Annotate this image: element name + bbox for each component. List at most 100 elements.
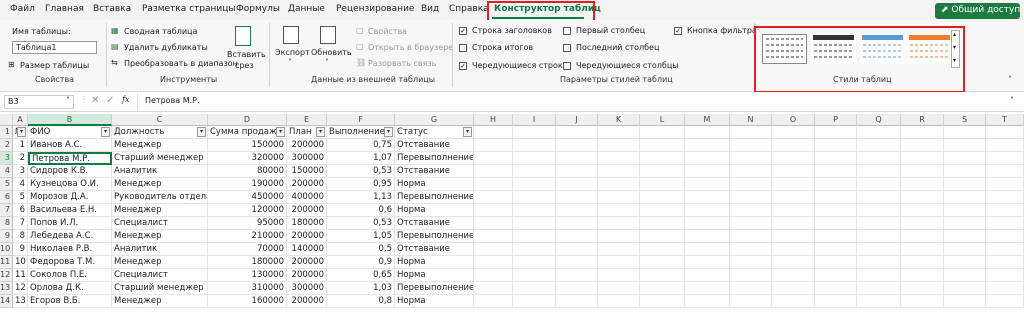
empty-cell[interactable]: [815, 152, 857, 165]
empty-cell[interactable]: [986, 217, 1024, 230]
empty-cell[interactable]: [685, 282, 730, 295]
column-header-H[interactable]: H: [474, 114, 513, 126]
empty-cell[interactable]: [556, 295, 598, 308]
empty-cell[interactable]: [598, 204, 640, 217]
empty-cell[interactable]: [513, 126, 556, 139]
empty-cell[interactable]: [640, 126, 685, 139]
table-cell[interactable]: 10: [13, 256, 28, 269]
empty-cell[interactable]: [901, 282, 944, 295]
table-cell[interactable]: Менеджер: [112, 230, 208, 243]
filter-dropdown-icon[interactable]: ▾: [197, 127, 206, 137]
refresh-button[interactable]: Обновить ˅: [310, 24, 352, 70]
empty-cell[interactable]: [640, 282, 685, 295]
table-cell[interactable]: Васильева Е.Н.: [28, 204, 112, 217]
table-cell[interactable]: Менеджер: [112, 204, 208, 217]
empty-cell[interactable]: [474, 152, 513, 165]
table-cell[interactable]: 400000: [287, 191, 327, 204]
row-header-13[interactable]: 13: [0, 282, 13, 295]
table-cell[interactable]: 210000: [208, 230, 287, 243]
table-header-cell[interactable]: Статус ▾: [395, 126, 474, 139]
table-cell[interactable]: 0,95: [327, 178, 395, 191]
table-cell[interactable]: 13: [13, 295, 28, 308]
table-cell[interactable]: 1,07: [327, 152, 395, 165]
row-header-12[interactable]: 12: [0, 269, 13, 282]
table-cell[interactable]: Менеджер: [112, 256, 208, 269]
column-header-D[interactable]: D: [208, 114, 287, 126]
header-row-checkbox[interactable]: ✓: [459, 27, 467, 35]
tab-view[interactable]: Вид: [421, 4, 439, 14]
column-header-J[interactable]: J: [556, 114, 598, 126]
empty-cell[interactable]: [474, 243, 513, 256]
empty-cell[interactable]: [901, 204, 944, 217]
empty-cell[interactable]: [474, 295, 513, 308]
chevron-down-icon[interactable]: ˅: [66, 96, 70, 105]
tab-home[interactable]: Главная: [45, 4, 84, 14]
table-cell[interactable]: 200000: [287, 178, 327, 191]
table-cell[interactable]: 0,6: [327, 204, 395, 217]
empty-cell[interactable]: [944, 217, 986, 230]
empty-cell[interactable]: [815, 204, 857, 217]
table-cell[interactable]: Отставание: [395, 139, 474, 152]
empty-cell[interactable]: [901, 217, 944, 230]
empty-cell[interactable]: [685, 165, 730, 178]
table-cell[interactable]: 180000: [208, 256, 287, 269]
table-cell[interactable]: Федорова Т.М.: [28, 256, 112, 269]
column-header-P[interactable]: P: [815, 114, 857, 126]
column-header-N[interactable]: N: [730, 114, 772, 126]
empty-cell[interactable]: [944, 152, 986, 165]
empty-cell[interactable]: [730, 152, 772, 165]
row-header-10[interactable]: 10: [0, 243, 13, 256]
table-cell[interactable]: Норма: [395, 295, 474, 308]
column-header-O[interactable]: O: [772, 114, 815, 126]
empty-cell[interactable]: [901, 256, 944, 269]
column-header-B[interactable]: B: [28, 114, 112, 126]
table-cell[interactable]: Норма: [395, 256, 474, 269]
tab-data[interactable]: Данные: [288, 4, 325, 14]
empty-cell[interactable]: [513, 256, 556, 269]
banded-columns-checkbox[interactable]: [563, 62, 571, 70]
table-cell[interactable]: 320000: [208, 152, 287, 165]
table-cell[interactable]: 200000: [287, 204, 327, 217]
empty-cell[interactable]: [598, 139, 640, 152]
empty-cell[interactable]: [901, 165, 944, 178]
empty-cell[interactable]: [598, 230, 640, 243]
empty-cell[interactable]: [640, 178, 685, 191]
empty-cell[interactable]: [730, 256, 772, 269]
tab-page-layout[interactable]: Разметка страницы: [142, 4, 236, 14]
empty-cell[interactable]: [474, 230, 513, 243]
empty-cell[interactable]: [474, 269, 513, 282]
empty-cell[interactable]: [857, 204, 901, 217]
empty-cell[interactable]: [986, 152, 1024, 165]
column-header-R[interactable]: R: [901, 114, 944, 126]
empty-cell[interactable]: [772, 217, 815, 230]
empty-cell[interactable]: [598, 243, 640, 256]
empty-cell[interactable]: [474, 204, 513, 217]
empty-cell[interactable]: [772, 282, 815, 295]
table-cell[interactable]: Сидоров К.В.: [28, 165, 112, 178]
row-header-11[interactable]: 11: [0, 256, 13, 269]
table-cell[interactable]: 300000: [287, 282, 327, 295]
empty-cell[interactable]: [857, 256, 901, 269]
empty-cell[interactable]: [474, 191, 513, 204]
table-cell[interactable]: 0,53: [327, 165, 395, 178]
table-cell[interactable]: 8: [13, 230, 28, 243]
empty-cell[interactable]: [857, 139, 901, 152]
empty-cell[interactable]: [986, 256, 1024, 269]
table-cell[interactable]: Морозов Д.А.: [28, 191, 112, 204]
total-row-checkbox[interactable]: [459, 44, 467, 52]
row-header-5[interactable]: 5: [0, 178, 13, 191]
table-cell[interactable]: 200000: [287, 256, 327, 269]
empty-cell[interactable]: [901, 269, 944, 282]
filter-dropdown-icon[interactable]: ▾: [463, 127, 472, 137]
empty-cell[interactable]: [944, 230, 986, 243]
filter-dropdown-icon[interactable]: ▾: [17, 127, 26, 137]
table-cell[interactable]: Отставание: [395, 243, 474, 256]
empty-cell[interactable]: [513, 243, 556, 256]
empty-cell[interactable]: [772, 178, 815, 191]
empty-cell[interactable]: [986, 282, 1024, 295]
empty-cell[interactable]: [815, 191, 857, 204]
filter-dropdown-icon[interactable]: ▾: [276, 127, 285, 137]
empty-cell[interactable]: [815, 178, 857, 191]
row-header-14[interactable]: 14: [0, 295, 13, 308]
insert-slicer-button[interactable]: Вставить срез: [226, 24, 266, 72]
